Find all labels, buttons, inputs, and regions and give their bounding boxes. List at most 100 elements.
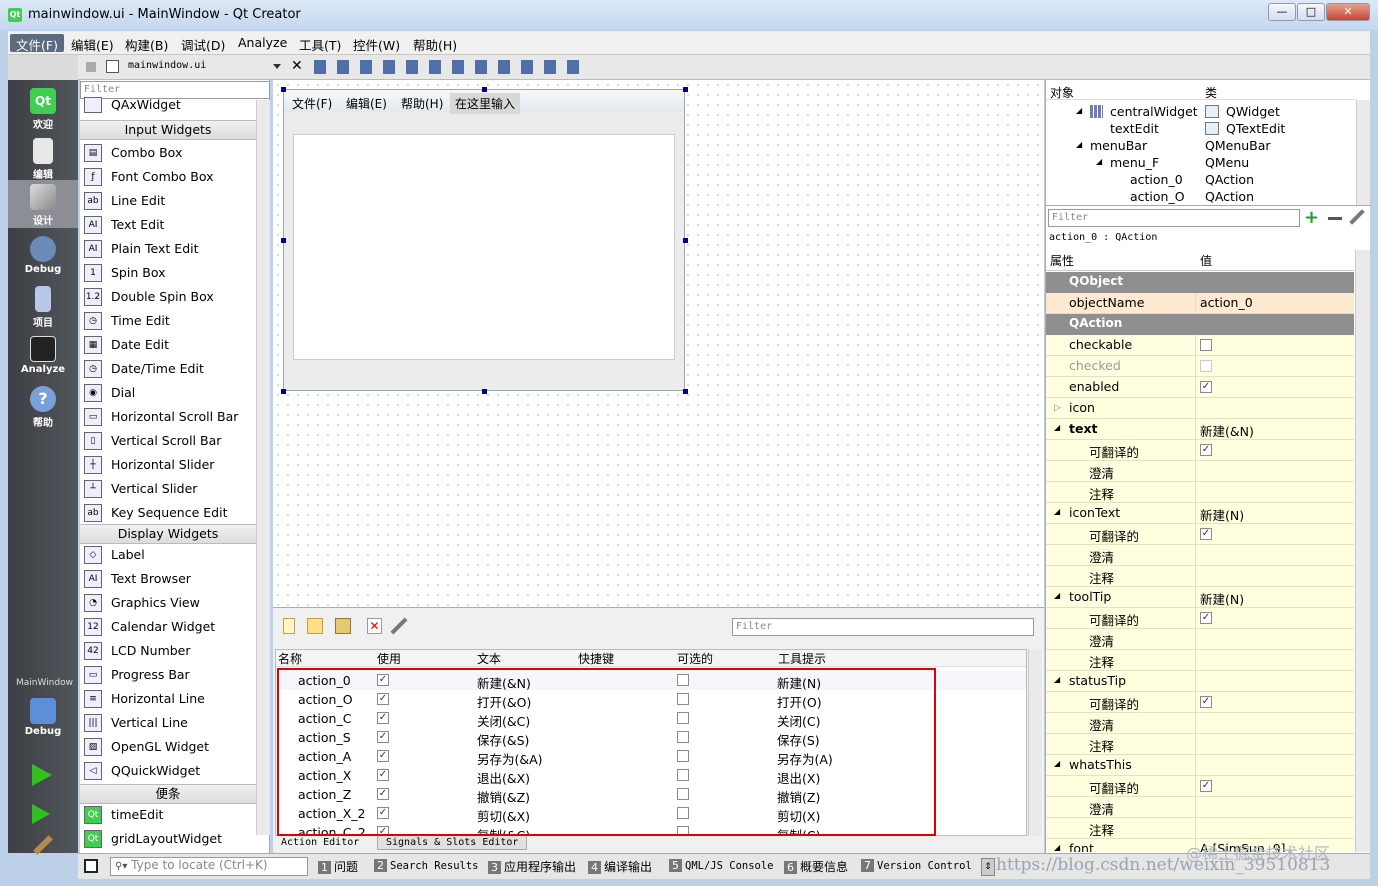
chevron-down-icon[interactable]	[273, 64, 281, 69]
translatable-checkbox[interactable]: ✓	[1200, 528, 1212, 540]
widget-item[interactable]: ab Key Sequence Edit	[80, 501, 256, 525]
paste-action-icon[interactable]	[335, 618, 351, 634]
header-shortcut[interactable]: 快捷键	[578, 650, 614, 666]
collapse-arrow-icon[interactable]: ◢	[1054, 759, 1060, 768]
prop-disambiguation[interactable]: 澄清	[1046, 461, 1354, 482]
widget-item[interactable]: ||| Vertical Line	[80, 711, 256, 735]
translatable-checkbox[interactable]: ✓	[1200, 444, 1212, 456]
prop-text[interactable]: ◢ text 新建(&N)	[1046, 419, 1354, 440]
text-edit-widget[interactable]	[293, 134, 675, 360]
action-table-scrollbar[interactable]	[1028, 649, 1042, 836]
prop-comment[interactable]: 注释	[1046, 566, 1354, 587]
prop-comment[interactable]: 注释	[1046, 818, 1354, 839]
widget-item[interactable]: ▨ OpenGL Widget	[80, 735, 256, 759]
copy-action-icon[interactable]	[307, 618, 323, 634]
prop-icon[interactable]: ▷ icon	[1046, 398, 1354, 419]
resize-handle[interactable]	[482, 389, 487, 394]
menu-tools[interactable]: 工具(T)	[293, 34, 347, 53]
checked-checkbox[interactable]	[1200, 360, 1212, 372]
widget-item[interactable]: 1 Spin Box	[80, 261, 256, 285]
widget-item[interactable]: ◁ QQuickWidget	[80, 759, 256, 783]
widget-item[interactable]: 12 Calendar Widget	[80, 615, 256, 639]
object-name[interactable]: centralWidget	[1110, 104, 1198, 121]
close-document-icon[interactable]: ✕	[291, 58, 303, 74]
panes-arrow-icon[interactable]: ⇕	[981, 858, 995, 876]
translatable-checkbox[interactable]: ✓	[1200, 612, 1212, 624]
collapse-arrow-icon[interactable]: ◢	[1054, 675, 1060, 684]
mode-edit[interactable]: 编辑	[8, 134, 78, 182]
oi-header-object[interactable]: 对象	[1050, 84, 1074, 101]
widget-item[interactable]: QAxWidget	[80, 96, 256, 114]
widget-item[interactable]: AI Plain Text Edit	[80, 237, 256, 261]
object-name[interactable]: textEdit	[1110, 121, 1159, 138]
group-qaction[interactable]: QAction	[1046, 314, 1354, 335]
new-action-icon[interactable]	[283, 618, 295, 634]
menu-help[interactable]: 帮助(H)	[407, 34, 463, 53]
category-display-widgets[interactable]: Display Widgets	[80, 524, 256, 544]
widget-item[interactable]: ◉ Dial	[80, 381, 256, 405]
oi-scrollbar[interactable]	[1356, 100, 1370, 205]
prop-translatable[interactable]: 可翻译的 ✓	[1046, 776, 1354, 797]
prop-icontext[interactable]: ◢ iconText 新建(N)	[1046, 503, 1354, 524]
resize-handle[interactable]	[281, 87, 286, 92]
resize-handle[interactable]	[281, 238, 286, 243]
prop-comment[interactable]: 注释	[1046, 650, 1354, 671]
output-pane-button[interactable]: 4 编译输出	[588, 858, 652, 876]
output-pane-button[interactable]: 1 问题	[318, 858, 358, 876]
menu-file[interactable]: 文件(F)	[10, 34, 64, 53]
build-hammer-icon[interactable]	[33, 835, 53, 855]
form-menu-help[interactable]: 帮助(H)	[401, 95, 443, 112]
collapse-arrow-icon[interactable]: ◢	[1054, 423, 1060, 432]
minimize-button[interactable]: —	[1268, 3, 1296, 21]
menu-build[interactable]: 构建(B)	[119, 34, 174, 53]
main-window-form[interactable]: 文件(F) 编辑(E) 帮助(H) 在这里输入	[283, 89, 685, 391]
category-input-widgets[interactable]: Input Widgets	[80, 120, 256, 140]
prop-statustip[interactable]: ◢ statusTip	[1046, 671, 1354, 692]
widget-item[interactable]: ▭ Horizontal Scroll Bar	[80, 405, 256, 429]
object-name[interactable]: action_O	[1130, 189, 1185, 206]
prop-whatsthis[interactable]: ◢ whatsThis	[1046, 755, 1354, 776]
resize-handle[interactable]	[281, 389, 286, 394]
prop-comment[interactable]: 注释	[1046, 482, 1354, 503]
collapse-arrow-icon[interactable]: ◢	[1054, 507, 1060, 516]
mode-help[interactable]: ? 帮助	[8, 382, 78, 430]
mode-welcome[interactable]: Qt 欢迎	[8, 84, 78, 132]
configure-wrench-icon[interactable]	[390, 617, 408, 635]
prop-comment[interactable]: 注释	[1046, 734, 1354, 755]
collapse-arrow-icon[interactable]: ◢	[1096, 157, 1102, 174]
collapse-arrow-icon[interactable]: ◢	[1054, 843, 1060, 852]
widget-item[interactable]: ◷ Time Edit	[80, 309, 256, 333]
prop-tooltip[interactable]: ◢ toolTip 新建(N)	[1046, 587, 1354, 608]
tab-action-editor[interactable]: Action Editor	[281, 837, 359, 848]
prop-translatable[interactable]: 可翻译的 ✓	[1046, 440, 1354, 461]
output-pane-button[interactable]: 7 Version Control	[861, 858, 972, 876]
header-used[interactable]: 使用	[377, 650, 401, 666]
header-name[interactable]: 名称	[278, 650, 302, 666]
prop-translatable[interactable]: 可翻译的 ✓	[1046, 524, 1354, 545]
delete-action-icon[interactable]: ✕	[367, 618, 382, 634]
pe-header-value[interactable]: 值	[1200, 252, 1212, 269]
prop-objectname[interactable]: objectName action_0	[1046, 293, 1354, 314]
enabled-checkbox[interactable]: ✓	[1200, 381, 1212, 393]
widgetbox-scrollbar[interactable]	[256, 100, 270, 835]
prop-disambiguation[interactable]: 澄清	[1046, 713, 1354, 734]
header-text[interactable]: 文本	[477, 650, 501, 666]
prop-translatable[interactable]: 可翻译的 ✓	[1046, 608, 1354, 629]
widget-item[interactable]: ≡ Horizontal Line	[80, 687, 256, 711]
remove-property-icon[interactable]	[1328, 217, 1342, 220]
menu-widgets[interactable]: 控件(W)	[347, 34, 406, 53]
translatable-checkbox[interactable]: ✓	[1200, 696, 1212, 708]
widget-item[interactable]: AI Text Browser	[80, 567, 256, 591]
widget-item[interactable]: ▭ Progress Bar	[80, 663, 256, 687]
widget-item[interactable]: ▯ Vertical Scroll Bar	[80, 429, 256, 453]
property-scrollbar[interactable]	[1355, 250, 1370, 852]
translatable-checkbox[interactable]: ✓	[1200, 780, 1212, 792]
widget-item[interactable]: 42 LCD Number	[80, 639, 256, 663]
tab-signals-slots[interactable]: Signals & Slots Editor	[377, 835, 528, 850]
widget-item[interactable]: Qt timeEdit	[80, 803, 256, 827]
pe-header-property[interactable]: 属性	[1050, 252, 1074, 269]
expand-arrow-icon[interactable]: ▷	[1054, 403, 1061, 413]
prop-disambiguation[interactable]: 澄清	[1046, 545, 1354, 566]
mode-debug[interactable]: Debug	[8, 232, 78, 280]
resize-handle[interactable]	[482, 87, 487, 92]
